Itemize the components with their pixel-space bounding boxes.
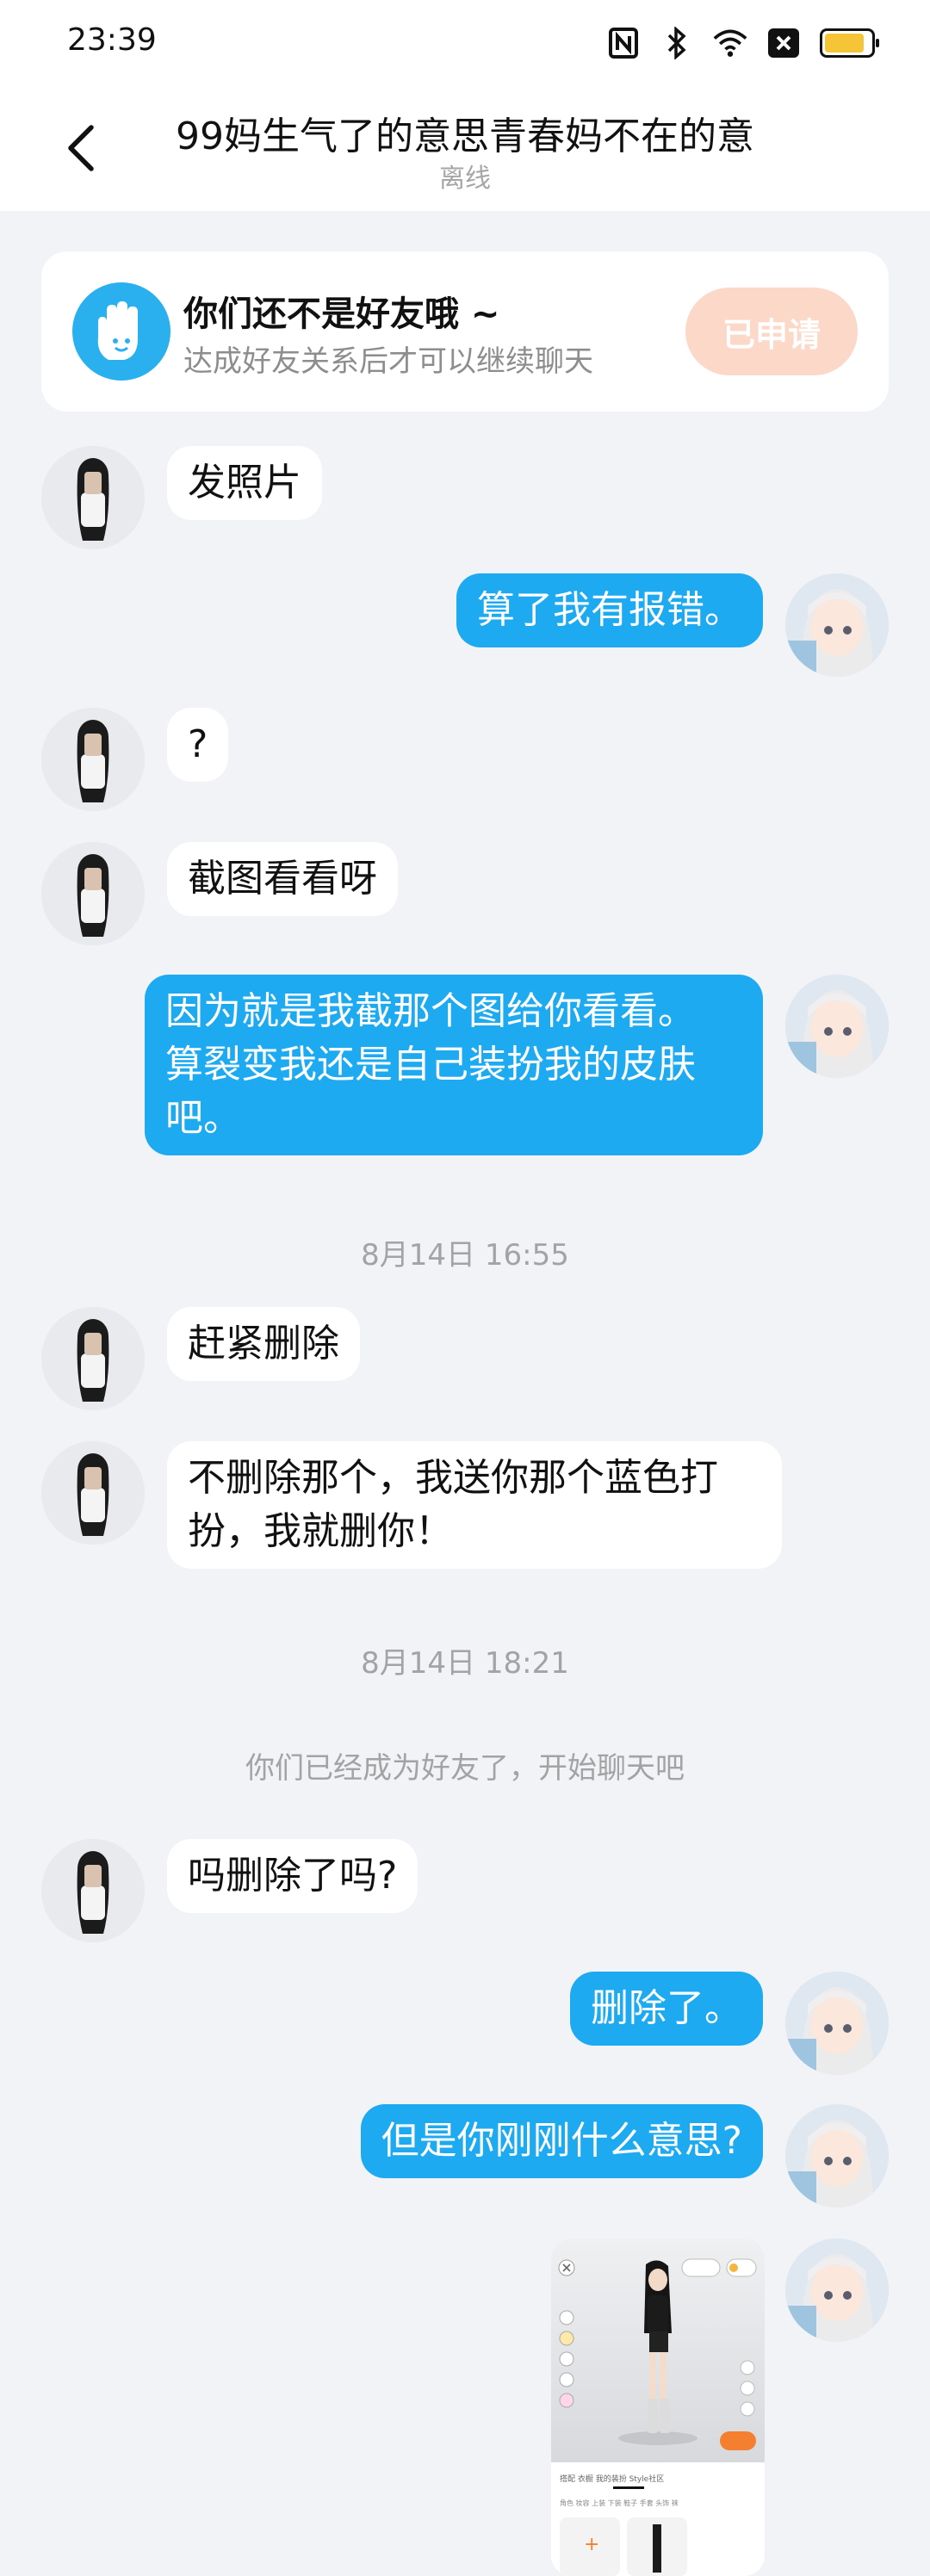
message-bubble-left[interactable]: 发照片: [167, 446, 322, 520]
my-avatar[interactable]: [785, 1972, 889, 2075]
message-bubble-left[interactable]: 吗删除了吗?: [167, 1839, 418, 1913]
contact-avatar[interactable]: [41, 1307, 145, 1410]
my-avatar[interactable]: [785, 2104, 889, 2208]
my-avatar[interactable]: [785, 573, 889, 677]
message-bubble-right[interactable]: 因为就是我截那个图给你看看。 算裂变我还是自己装扮我的皮肤 吧。: [145, 975, 763, 1155]
friend-notice-title: 你们还不是好友哦 ~: [183, 294, 500, 334]
contact-avatar[interactable]: [41, 708, 145, 811]
system-notice: 你们已经成为好友了，开始聊天吧: [245, 1751, 685, 1786]
my-avatar[interactable]: [785, 2239, 889, 2342]
friend-notice-card: 你们还不是好友哦 ~ 达成好友关系后才可以继续聊天 已申请: [41, 251, 889, 412]
nfc-icon: [606, 26, 641, 60]
hand-wave-icon: [72, 282, 170, 381]
status-time: 23:39: [67, 22, 157, 58]
contact-avatar[interactable]: [41, 446, 145, 549]
message-bubble-right[interactable]: 算了我有报错。: [456, 573, 763, 647]
svg-text:角色 妆容 上装 下装 鞋子 手套 头饰 袜: 角色 妆容 上装 下装 鞋子 手套 头饰 袜: [560, 2499, 679, 2507]
status-icons: [606, 26, 879, 60]
message-bubble-left[interactable]: ?: [167, 708, 229, 782]
message-bubble-left[interactable]: 截图看看呀: [167, 842, 398, 916]
message-bubble-right[interactable]: 删除了。: [570, 1972, 763, 2046]
screenshot-thumbnail: 搭配 衣橱 我的装扮 Style社区 角色 妆容 上装 下装 鞋子 手套 头饰 …: [551, 2239, 765, 2576]
bluetooth-icon: [660, 26, 694, 60]
timestamp-separator: 8月14日 16:55: [361, 1238, 569, 1273]
chat-header: 99妈生气了的意思青春妈不在的意 离线: [0, 86, 930, 211]
message-bubble-left[interactable]: 赶紧删除: [167, 1307, 360, 1381]
image-message[interactable]: 搭配 衣橱 我的装扮 Style社区 角色 妆容 上装 下装 鞋子 手套 头饰 …: [551, 2239, 765, 2576]
thumbnail-tabs: 搭配 衣橱 我的装扮 Style社区: [560, 2474, 664, 2484]
status-bar: 23:39: [0, 0, 930, 86]
message-bubble-left[interactable]: 不删除那个，我送你那个蓝色打 扮，我就删你！: [167, 1441, 782, 1569]
message-bubble-right[interactable]: 但是你刚刚什么意思?: [360, 2104, 763, 2178]
my-avatar[interactable]: [785, 975, 889, 1078]
contact-avatar[interactable]: [41, 1441, 145, 1545]
chat-title: 99妈生气了的意思青春妈不在的意: [176, 115, 754, 158]
applied-button[interactable]: 已申请: [685, 288, 858, 375]
sim-blocked-icon: [766, 26, 801, 60]
timestamp-separator: 8月14日 18:21: [361, 1646, 569, 1681]
contact-avatar[interactable]: [41, 842, 145, 945]
svg-text:+: +: [584, 2534, 599, 2555]
contact-avatar[interactable]: [41, 1839, 145, 1942]
wifi-icon: [713, 26, 747, 60]
online-status: 离线: [439, 164, 491, 194]
friend-notice-subtitle: 达成好友关系后才可以继续聊天: [183, 344, 593, 379]
battery-icon: [820, 28, 879, 58]
